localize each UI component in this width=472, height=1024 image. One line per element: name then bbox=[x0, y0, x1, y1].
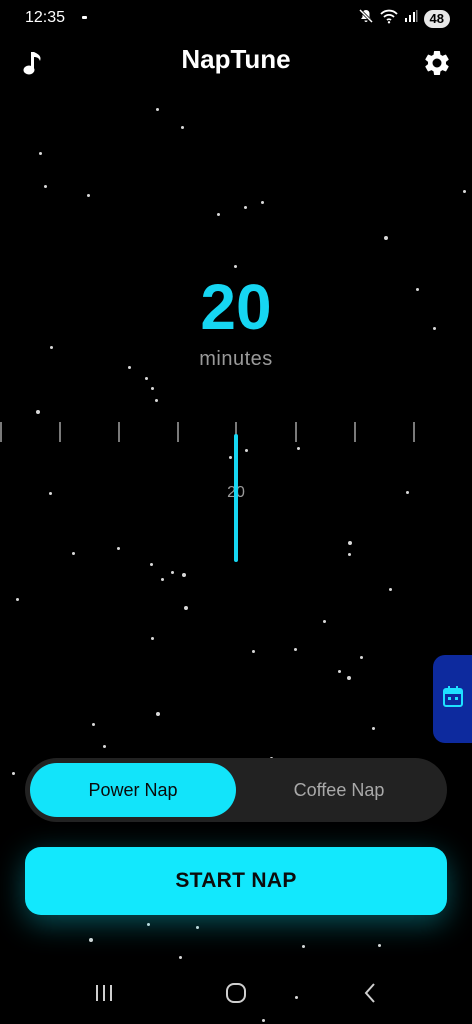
star-dot bbox=[92, 723, 95, 726]
star-dot bbox=[217, 213, 220, 216]
back-button[interactable] bbox=[350, 980, 390, 1010]
mute-icon bbox=[358, 8, 374, 29]
star-dot bbox=[184, 606, 188, 610]
star-dot bbox=[12, 772, 15, 775]
star-dot bbox=[181, 126, 184, 129]
star-dot bbox=[323, 620, 326, 623]
star-dot bbox=[360, 656, 363, 659]
battery-badge: 48 bbox=[423, 9, 450, 28]
star-dot bbox=[294, 648, 297, 651]
star-dot bbox=[389, 588, 392, 591]
power-nap-option[interactable]: Power Nap bbox=[30, 763, 236, 817]
calendar-icon bbox=[441, 684, 465, 715]
duration-value: 20 bbox=[200, 271, 272, 343]
notification-dot-icon bbox=[82, 16, 87, 19]
star-dot bbox=[156, 108, 159, 111]
duration-ruler[interactable]: 20 bbox=[0, 418, 472, 568]
star-dot bbox=[44, 185, 47, 188]
recents-button[interactable] bbox=[84, 980, 124, 1010]
star-dot bbox=[16, 598, 19, 601]
gear-icon bbox=[422, 50, 452, 82]
star-dot bbox=[384, 236, 388, 240]
status-time: 12:35 bbox=[25, 9, 66, 26]
star-dot bbox=[463, 190, 466, 193]
star-dot bbox=[87, 194, 90, 197]
star-dot bbox=[338, 670, 341, 673]
wifi-icon bbox=[379, 8, 398, 29]
star-dot bbox=[147, 923, 150, 926]
star-dot bbox=[151, 637, 154, 640]
star-dot bbox=[252, 650, 255, 653]
ruler-tick bbox=[59, 422, 61, 442]
star-dot bbox=[182, 573, 186, 577]
ruler-tick bbox=[0, 422, 2, 442]
system-nav-bar bbox=[0, 970, 472, 1024]
star-dot bbox=[89, 938, 93, 942]
ruler-tick bbox=[354, 422, 356, 442]
ruler-tick bbox=[118, 422, 120, 442]
star-dot bbox=[145, 377, 148, 380]
star-dot bbox=[378, 944, 381, 947]
ruler-tick bbox=[295, 422, 297, 442]
duration-unit: minutes bbox=[199, 348, 273, 370]
star-dot bbox=[196, 926, 199, 929]
status-icons: 48 bbox=[358, 8, 450, 29]
star-dot bbox=[302, 945, 305, 948]
start-nap-button[interactable]: START NAP bbox=[25, 847, 447, 915]
nap-mode-toggle: Power Nap Coffee Nap bbox=[25, 758, 447, 822]
back-icon bbox=[360, 981, 380, 1010]
ruler-indicator[interactable] bbox=[234, 434, 238, 562]
star-dot bbox=[39, 152, 42, 155]
app-title: NapTune bbox=[181, 44, 291, 74]
signal-icon bbox=[404, 9, 418, 28]
star-dot bbox=[234, 265, 237, 268]
star-dot bbox=[151, 387, 154, 390]
star-dot bbox=[244, 206, 247, 209]
coffee-nap-option[interactable]: Coffee Nap bbox=[236, 763, 442, 817]
home-button[interactable] bbox=[216, 980, 256, 1010]
star-dot bbox=[171, 571, 174, 574]
star-dot bbox=[161, 578, 164, 581]
status-bar: 12:35 48 bbox=[0, 0, 472, 36]
star-dot bbox=[347, 676, 351, 680]
app-screen: 12:35 48 NapTune 20 minutes Power Nap Co… bbox=[0, 0, 472, 1024]
star-dot bbox=[261, 201, 264, 204]
recents-icon bbox=[92, 982, 116, 1009]
star-dot bbox=[155, 399, 158, 402]
ruler-tick bbox=[177, 422, 179, 442]
star-dot bbox=[36, 410, 40, 414]
calendar-tab[interactable] bbox=[433, 655, 472, 743]
settings-button[interactable] bbox=[422, 48, 452, 78]
ruler-tick bbox=[413, 422, 415, 442]
star-dot bbox=[103, 745, 106, 748]
star-dot bbox=[156, 712, 160, 716]
home-icon bbox=[224, 981, 248, 1010]
star-dot bbox=[372, 727, 375, 730]
star-dot bbox=[179, 956, 182, 959]
